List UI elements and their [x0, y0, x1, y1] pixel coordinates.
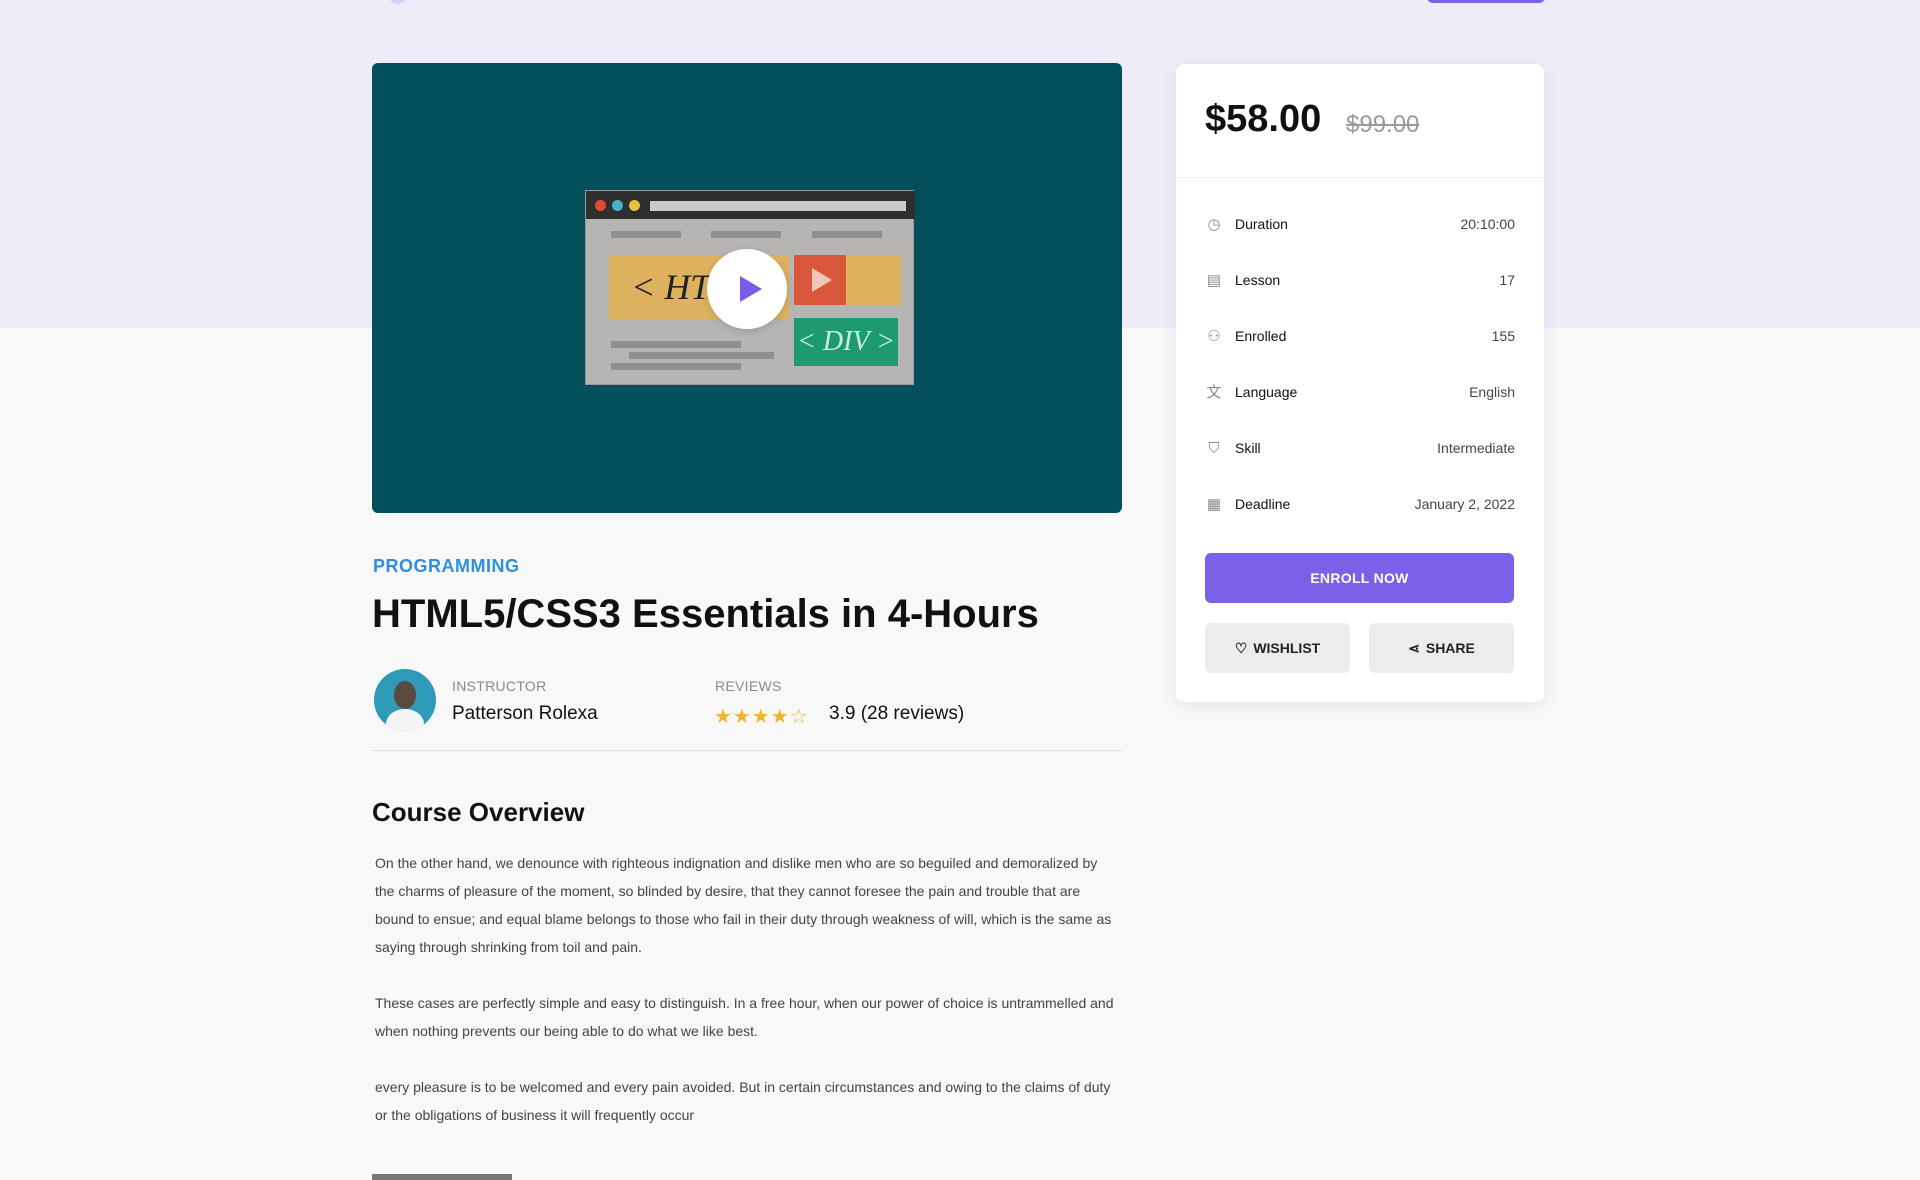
divider	[372, 750, 1122, 751]
overview-paragraph: These cases are perfectly simple and eas…	[375, 995, 1114, 1039]
avatar-body	[386, 709, 424, 731]
share-label: SHARE	[1425, 639, 1475, 656]
thumbnail-video-block	[794, 255, 846, 305]
instructor-avatar[interactable]	[374, 669, 436, 731]
detail-row-deadline: ▦ Deadline January 2, 2022	[1205, 494, 1515, 518]
play-button[interactable]	[707, 249, 787, 329]
yellow-dot-icon	[629, 200, 640, 211]
thumbnail-line	[611, 341, 741, 348]
calendar-icon: ▦	[1206, 496, 1222, 513]
red-dot-icon	[595, 200, 606, 211]
detail-value: 17	[1499, 272, 1515, 288]
thumbnail-line	[611, 363, 741, 370]
detail-value: English	[1469, 384, 1515, 400]
rating-stars-icon: ★★★★☆	[714, 706, 809, 728]
detail-value: Intermediate	[1437, 440, 1515, 456]
wishlist-label: WISHLIST	[1253, 639, 1321, 656]
pricing-card: $58.00 $99.00 ◷ Duration 20:10:00 ▤ Less…	[1176, 64, 1544, 702]
blue-dot-icon	[612, 200, 623, 211]
detail-label: Enrolled	[1235, 328, 1287, 344]
header-button[interactable]	[1427, 0, 1545, 3]
detail-value: 20:10:00	[1460, 216, 1516, 232]
reviews-label: REVIEWS	[715, 678, 782, 694]
detail-label: Skill	[1235, 440, 1261, 456]
detail-row-duration: ◷ Duration 20:10:00	[1205, 214, 1515, 238]
users-icon: ⚇	[1207, 328, 1221, 345]
detail-label: Duration	[1235, 216, 1288, 232]
thumbnail-browser-bar	[586, 191, 915, 219]
detail-value: 155	[1491, 328, 1515, 344]
detail-row-enrolled: ⚇ Enrolled 155	[1205, 326, 1515, 350]
detail-label: Language	[1235, 384, 1298, 400]
original-price: $99.00	[1346, 111, 1420, 138]
detail-label: Deadline	[1235, 496, 1291, 512]
instructor-name[interactable]: Patterson Rolexa	[452, 703, 598, 725]
overview-heading: Course Overview	[372, 797, 585, 827]
share-button[interactable]: ⋖ SHARE	[1369, 623, 1514, 673]
detail-value: January 2, 2022	[1414, 496, 1515, 512]
thumbnail-line	[711, 231, 781, 238]
next-section-heading	[372, 1174, 512, 1180]
clock-icon: ◷	[1207, 216, 1221, 233]
thumbnail-line	[812, 231, 882, 238]
play-icon	[740, 276, 762, 302]
thumbnail-play-icon	[812, 268, 832, 292]
rating-text: 3.9 (28 reviews)	[829, 703, 965, 724]
overview-paragraph: every pleasure is to be welcomed and eve…	[375, 1079, 1111, 1123]
detail-row-skill: ⛉ Skill Intermediate	[1205, 438, 1515, 462]
thumbnail-line	[611, 231, 681, 238]
thumbnail-line	[629, 352, 774, 359]
shield-icon: ⛉	[1208, 440, 1220, 457]
detail-row-lesson: ▤ Lesson 17	[1205, 270, 1515, 294]
heart-icon: ♡	[1234, 639, 1248, 656]
detail-label: Lesson	[1235, 272, 1281, 288]
thumbnail-div-block: < DIV >	[794, 318, 898, 366]
share-icon: ⋖	[1408, 639, 1420, 656]
detail-row-language: 文 Language English	[1205, 382, 1515, 406]
thumbnail-url-bar	[650, 201, 906, 211]
wishlist-button[interactable]: ♡ WISHLIST	[1205, 623, 1350, 673]
current-price: $58.00	[1205, 98, 1322, 140]
course-title: HTML5/CSS3 Essentials in 4-Hours	[372, 592, 1039, 636]
overview-paragraph: On the other hand, we denounce with righ…	[375, 855, 1112, 955]
course-video-preview[interactable]: < HTML < DIV >	[372, 63, 1122, 513]
language-icon: 文	[1206, 384, 1222, 401]
avatar-face	[394, 681, 416, 709]
course-category[interactable]: PROGRAMMING	[373, 556, 520, 577]
thumbnail-block	[846, 255, 901, 305]
enroll-now-button[interactable]: ENROLL NOW	[1205, 553, 1514, 603]
lesson-icon: ▤	[1206, 272, 1222, 289]
instructor-label: INSTRUCTOR	[452, 678, 547, 694]
card-divider	[1176, 177, 1544, 178]
